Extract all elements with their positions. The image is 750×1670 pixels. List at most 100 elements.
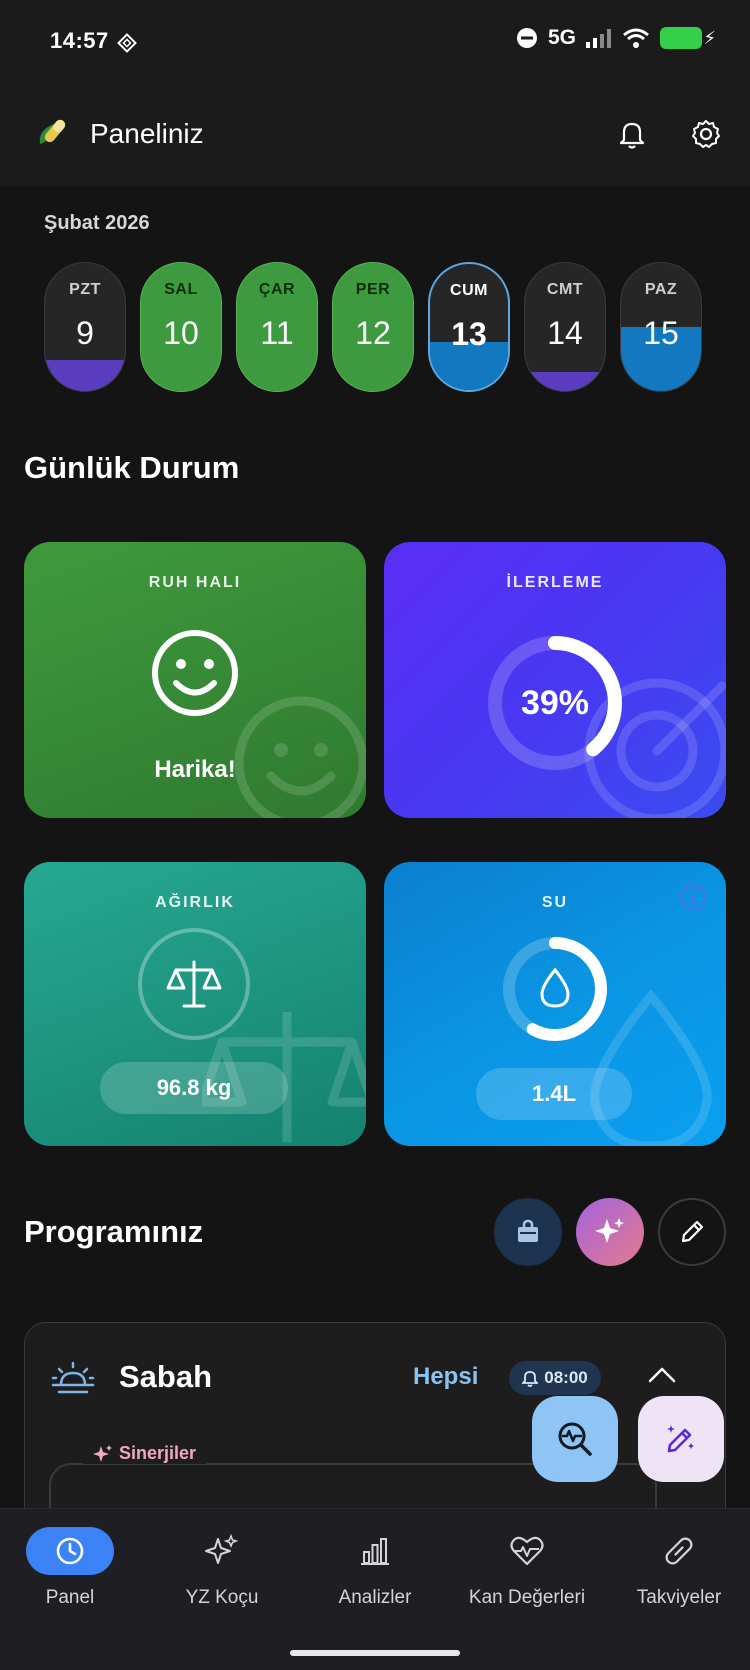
chevron-up-icon[interactable] <box>647 1365 677 1385</box>
nav-label: Takviyeler <box>636 1587 722 1608</box>
progress-title: İLERLEME <box>506 574 604 591</box>
period-name: Sabah <box>119 1359 213 1394</box>
water-card[interactable]: SU 1.4L <box>384 862 726 1146</box>
mood-card[interactable]: RUH HALI Harika! <box>24 542 366 818</box>
day-sal[interactable]: SAL 10 <box>140 262 222 392</box>
app-logo-icon <box>39 119 66 144</box>
pill-icon <box>665 1537 693 1565</box>
mood-value: Harika! <box>154 756 236 783</box>
calendar-month: Şubat 2026 <box>44 212 150 234</box>
nav-ai-coach[interactable]: YZ Koçu <box>147 1527 297 1627</box>
weight-value: 96.8 kg <box>100 1062 288 1114</box>
sparkle-icon <box>93 1444 112 1462</box>
weight-title: AĞIRLIK <box>155 894 235 911</box>
day-number: 12 <box>355 315 391 351</box>
day-label: SAL <box>164 281 198 298</box>
nav-icon <box>178 1527 266 1575</box>
nav-label: Kan Değerleri <box>468 1587 586 1608</box>
nav-supplements[interactable]: Takviyeler <box>604 1527 750 1627</box>
nav-panel[interactable]: Panel <box>0 1527 145 1627</box>
day-cum[interactable]: CUM 13 <box>428 262 510 392</box>
nav-analytics[interactable]: Analizler <box>300 1527 450 1627</box>
cell-signal-icon <box>586 29 611 48</box>
daily-status-title: Günlük Durum <box>24 450 240 485</box>
edit-program-button[interactable] <box>658 1198 726 1266</box>
day-pzt[interactable]: PZT 9 <box>44 262 126 392</box>
select-all-link[interactable]: Hepsi <box>413 1363 478 1391</box>
sunrise-icon <box>51 1361 95 1394</box>
nav-label: Panel <box>45 1587 95 1608</box>
nav-icon <box>331 1527 419 1575</box>
day-label: PZT <box>69 281 101 298</box>
ai-suggest-button[interactable] <box>576 1198 644 1266</box>
pencil-icon <box>681 1220 704 1243</box>
day-label: CMT <box>546 281 584 298</box>
settings-button[interactable] <box>686 114 726 154</box>
smiley-icon <box>152 630 238 716</box>
water-title: SU <box>541 894 569 911</box>
reminder-time-chip[interactable]: 08:00 <box>509 1361 601 1395</box>
day-number: 13 <box>451 316 487 352</box>
bottom-nav: Panel YZ Koçu Analizler Kan Değerleri Ta… <box>0 1508 750 1670</box>
network-type: 5G <box>547 26 576 49</box>
shop-button[interactable] <box>494 1198 562 1266</box>
progress-value: 39% <box>520 684 590 722</box>
notifications-button[interactable] <box>612 114 652 154</box>
day-number: 15 <box>643 315 679 351</box>
weight-card[interactable]: AĞIRLIK 96.8 kg <box>24 862 366 1146</box>
status-indicators: 5G ⚡ <box>516 26 716 50</box>
day-label: CUM <box>450 282 488 299</box>
dnd-icon <box>516 28 537 48</box>
day-number: 14 <box>547 315 583 351</box>
day-paz[interactable]: PAZ 15 <box>620 262 702 392</box>
day-per[interactable]: PER 12 <box>332 262 414 392</box>
status-bar: 14:57 5G ⚡ <box>0 0 750 90</box>
page-title: Paneliniz <box>90 118 204 149</box>
water-drop-icon <box>540 967 570 1008</box>
nav-blood-values[interactable]: Kan Değerleri <box>452 1527 602 1627</box>
mood-watermark-icon <box>234 696 366 818</box>
day-cmt[interactable]: CMT 14 <box>524 262 606 392</box>
nav-label: Analizler <box>338 1587 412 1608</box>
day-fill <box>45 360 125 391</box>
water-value: 1.4L <box>476 1068 632 1120</box>
day-fill <box>525 371 605 391</box>
heart-pulse-icon <box>510 1536 544 1566</box>
magic-pencil-icon <box>667 1425 694 1453</box>
program-title: Programınız <box>24 1214 204 1249</box>
gear-icon <box>692 120 720 148</box>
day-car[interactable]: ÇAR 11 <box>236 262 318 392</box>
nav-label: YZ Koçu <box>185 1587 259 1608</box>
ai-edit-button[interactable] <box>638 1396 724 1482</box>
nav-icon <box>483 1527 571 1575</box>
bell-icon <box>522 1371 539 1387</box>
home-indicator[interactable] <box>290 1650 460 1656</box>
clock-icon <box>56 1537 84 1565</box>
day-label: ÇAR <box>258 281 296 298</box>
day-label: PAZ <box>644 281 678 298</box>
health-scan-button[interactable] <box>532 1396 618 1482</box>
search-pulse-icon <box>558 1422 592 1456</box>
status-time: 14:57 <box>50 28 109 53</box>
sparkles-icon <box>595 1218 624 1243</box>
nav-icon <box>635 1527 723 1575</box>
bar-chart-icon <box>361 1538 389 1565</box>
bell-icon <box>619 122 645 149</box>
battery-icon: ⚡ <box>660 27 716 49</box>
reminder-time: 08:00 <box>544 1368 588 1387</box>
wifi-icon <box>623 28 649 48</box>
scale-icon <box>138 928 250 1040</box>
nav-icon-active <box>26 1527 114 1575</box>
synergy-label: Sinerjiler <box>83 1443 207 1464</box>
day-label: PER <box>355 281 391 298</box>
water-ring <box>503 937 607 1041</box>
day-number: 10 <box>163 315 199 351</box>
shopping-bag-icon <box>518 1219 538 1242</box>
mood-title: RUH HALI <box>148 574 242 591</box>
synergy-label-text: Sinerjiler <box>119 1443 197 1463</box>
progress-card[interactable]: İLERLEME 39% <box>384 542 726 818</box>
sparkles-icon <box>205 1533 239 1564</box>
day-number: 11 <box>260 315 294 351</box>
week-strip: PZT 9 SAL 10 ÇAR 11 PER 12 CUM 13 CMT 14… <box>44 262 708 394</box>
app-bar: Paneliniz <box>0 90 750 186</box>
